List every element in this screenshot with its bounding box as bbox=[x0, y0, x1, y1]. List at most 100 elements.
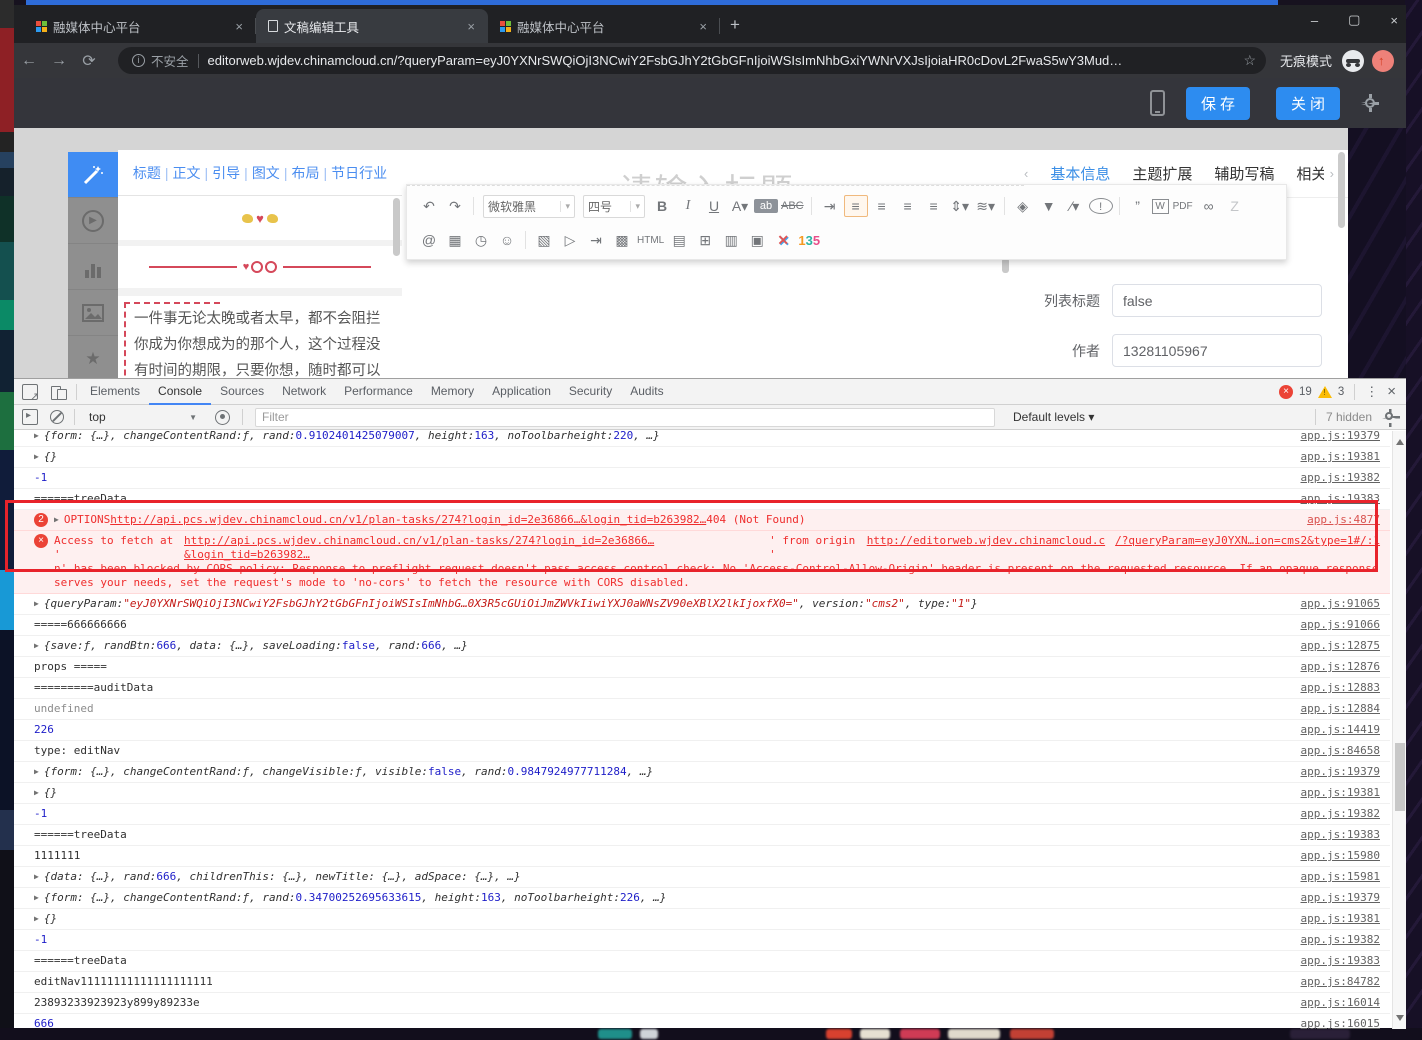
quote-button[interactable]: ” bbox=[1126, 196, 1150, 216]
scroll-down-arrow[interactable] bbox=[1396, 1015, 1404, 1021]
editor135-icon[interactable]: 135 bbox=[797, 231, 821, 250]
line-height-button[interactable]: ⇕▾ bbox=[948, 196, 972, 217]
bookmark-star-icon[interactable]: ☆ bbox=[1243, 52, 1256, 69]
font-color-button[interactable]: A▾ bbox=[728, 196, 752, 217]
console-source-link[interactable]: app.js:14419 bbox=[1289, 723, 1380, 737]
browser-tab[interactable]: 融媒体中心平台 × bbox=[24, 9, 256, 43]
console-link[interactable]: http://api.pcs.wjdev.chinamcloud.cn/v1/p… bbox=[110, 513, 706, 527]
log-levels-dropdown[interactable]: Default levels ▾ bbox=[1013, 410, 1094, 424]
browser-tab[interactable]: 文稿编辑工具 × bbox=[256, 9, 488, 43]
console-scrollbar[interactable] bbox=[1392, 431, 1406, 1029]
expand-triangle-icon[interactable]: ▶ bbox=[34, 450, 39, 464]
strike-button[interactable]: ABC bbox=[780, 198, 805, 214]
console-link[interactable]: http://api.pcs.wjdev.chinamcloud.cn/v1/p… bbox=[184, 534, 769, 562]
article-icon[interactable]: ▤ bbox=[667, 230, 691, 251]
template-item-birds[interactable]: ♥ bbox=[118, 196, 402, 240]
back-button[interactable]: ← bbox=[14, 52, 44, 70]
pdf-button[interactable]: PDF bbox=[1171, 199, 1195, 214]
template-scrollbar-thumb[interactable] bbox=[393, 198, 400, 256]
console-source-link[interactable]: app.js:19379 bbox=[1289, 765, 1380, 779]
console-filter-input[interactable] bbox=[255, 407, 995, 427]
url-text[interactable]: editorweb.wjdev.chinamcloud.cn/?queryPar… bbox=[208, 53, 1123, 68]
console-source-link[interactable]: app.js:19382 bbox=[1289, 807, 1380, 821]
console-source-link[interactable]: app.js:19379 bbox=[1289, 431, 1380, 443]
clear-console-icon[interactable] bbox=[50, 410, 64, 424]
save-button[interactable]: 保存 bbox=[1186, 87, 1250, 120]
tab-close-icon[interactable]: × bbox=[696, 19, 710, 34]
template-tab-1[interactable]: 标题 bbox=[133, 163, 161, 183]
align-center-button[interactable]: ≡ bbox=[870, 196, 894, 216]
reload-button[interactable]: ⟳ bbox=[74, 51, 104, 71]
emoji-icon[interactable]: ☺ bbox=[495, 230, 519, 250]
devtools-tab-application[interactable]: Application bbox=[483, 379, 560, 405]
align-right-button[interactable]: ≡ bbox=[896, 196, 920, 216]
devtools-tab-audits[interactable]: Audits bbox=[621, 379, 672, 405]
devtools-tab-console[interactable]: Console bbox=[149, 378, 212, 405]
media-settings-icon[interactable]: ▣ bbox=[745, 230, 769, 251]
expand-triangle-icon[interactable]: ▶ bbox=[34, 639, 39, 653]
scrollbar-thumb[interactable] bbox=[1395, 743, 1405, 811]
field-input[interactable]: false bbox=[1112, 284, 1322, 317]
mobile-preview-icon[interactable] bbox=[1150, 90, 1165, 116]
console-source-link[interactable]: app.js:19382 bbox=[1289, 471, 1380, 485]
template-tab-5[interactable]: 布局 bbox=[291, 163, 319, 183]
rail-item-favorites[interactable]: ★ bbox=[68, 336, 118, 378]
link-icon[interactable]: ∞ bbox=[1197, 196, 1221, 216]
editor-scrollbar-thumb[interactable] bbox=[1002, 258, 1009, 273]
address-bar[interactable]: i 不安全 editorweb.wjdev.chinamcloud.cn/?qu… bbox=[118, 47, 1266, 74]
console-source-link[interactable]: /?queryParam=eyJ0YXN…ion=cms2&type=1#/:1 bbox=[1105, 534, 1380, 562]
console-source-link[interactable]: app.js:84658 bbox=[1289, 744, 1380, 758]
console-source-link[interactable]: app.js:91065 bbox=[1289, 597, 1380, 611]
info-panel-scrollbar-thumb[interactable] bbox=[1338, 152, 1345, 228]
font-select[interactable]: 微软雅黑 ▾ bbox=[483, 194, 575, 218]
devtools-tab-performance[interactable]: Performance bbox=[335, 379, 422, 405]
expand-triangle-icon[interactable]: ▶ bbox=[34, 891, 39, 905]
redo-icon[interactable]: ↷ bbox=[443, 196, 467, 217]
devtools-tab-elements[interactable]: Elements bbox=[81, 379, 149, 405]
panel-tab-4[interactable]: 相关 bbox=[1296, 151, 1323, 196]
maximize-button[interactable]: ▢ bbox=[1348, 12, 1360, 28]
device-toolbar-icon[interactable] bbox=[50, 384, 67, 400]
template-tab-6[interactable]: 节日行业 bbox=[331, 163, 387, 183]
spacing-button[interactable]: ≋▾ bbox=[974, 196, 998, 217]
console-source-link[interactable]: app.js:19381 bbox=[1289, 912, 1380, 926]
profile-avatar[interactable] bbox=[1372, 49, 1394, 72]
console-source-link[interactable]: app.js:91066 bbox=[1289, 618, 1380, 632]
browser-tab[interactable]: 融媒体中心平台 × bbox=[488, 9, 720, 43]
expand-triangle-icon[interactable]: ▶ bbox=[34, 870, 39, 884]
console-source-link[interactable]: app.js:84782 bbox=[1289, 975, 1380, 989]
minimize-button[interactable]: – bbox=[1311, 13, 1318, 28]
clean-format-icon[interactable]: ▼ bbox=[1037, 196, 1061, 216]
new-tab-button[interactable]: + bbox=[730, 15, 740, 35]
expand-triangle-icon[interactable]: ▶ bbox=[34, 765, 39, 779]
rail-item-media[interactable]: ▶ bbox=[68, 198, 118, 244]
tab-close-icon[interactable]: × bbox=[232, 19, 246, 34]
panel-tabs-scroll-left[interactable]: ‹ bbox=[1024, 166, 1028, 181]
console-link[interactable]: http://editorweb.wjdev.chinamcloud.c bbox=[867, 534, 1105, 562]
expand-triangle-icon[interactable]: ▶ bbox=[34, 786, 39, 800]
html-button[interactable]: HTML bbox=[636, 233, 665, 248]
error-count-icon[interactable]: × bbox=[1279, 384, 1294, 399]
word-button[interactable]: W bbox=[1151, 198, 1169, 214]
devtools-menu-icon[interactable]: ⋮ bbox=[1365, 384, 1378, 400]
console-source-link[interactable]: app.js:12876 bbox=[1289, 660, 1380, 674]
tab-close-icon[interactable]: × bbox=[464, 19, 478, 34]
console-source-link[interactable]: app.js:16015 bbox=[1289, 1017, 1380, 1029]
site-info-icon[interactable]: i bbox=[132, 54, 145, 67]
z-icon[interactable]: Z bbox=[1223, 196, 1247, 216]
justify-button[interactable]: ≡ bbox=[922, 196, 946, 216]
inspect-element-icon[interactable] bbox=[22, 383, 38, 400]
console-source-link[interactable]: app.js:19381 bbox=[1289, 450, 1380, 464]
close-button[interactable]: 关闭 bbox=[1276, 87, 1340, 120]
console-source-link[interactable]: app.js:15980 bbox=[1289, 849, 1380, 863]
bold-button[interactable]: B bbox=[650, 196, 674, 216]
console-source-link[interactable]: app.js:4877 bbox=[1295, 513, 1380, 527]
devtools-tab-network[interactable]: Network bbox=[273, 379, 335, 405]
indent-icon[interactable]: ⇥ bbox=[818, 196, 842, 217]
panel-tabs-scroll-right[interactable]: › bbox=[1330, 166, 1334, 181]
template-item-divider[interactable]: ♥ bbox=[118, 246, 402, 288]
expand-triangle-icon[interactable]: ▶ bbox=[34, 431, 39, 443]
template-tab-3[interactable]: 引导 bbox=[212, 163, 240, 183]
console-source-link[interactable]: app.js:16014 bbox=[1289, 996, 1380, 1010]
settings-gear-icon[interactable] bbox=[1361, 94, 1379, 112]
